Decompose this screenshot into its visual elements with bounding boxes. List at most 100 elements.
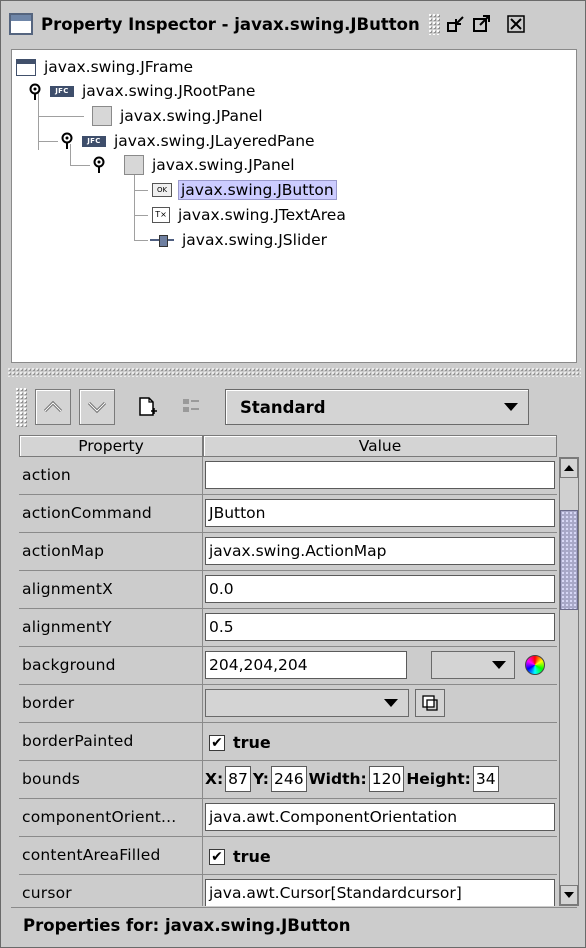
tree-node-label: javax.swing.JSlider <box>182 231 327 249</box>
expand-handle-icon[interactable] <box>92 156 106 174</box>
new-item-icon <box>139 397 157 416</box>
action-map-field[interactable]: javax.swing.ActionMap <box>205 537 555 565</box>
table-row[interactable]: contentAreaFilled ✔ true <box>19 837 557 875</box>
table-row[interactable]: alignmentY 0.5 <box>19 609 557 647</box>
chevron-down-icon <box>492 661 506 669</box>
table-row[interactable]: bounds X: 87 Y: 246 Width: 120 Height: 3… <box>19 761 557 799</box>
color-dropdown[interactable] <box>431 651 515 679</box>
action-field[interactable] <box>205 461 555 489</box>
tree-line <box>38 141 58 142</box>
component-tree[interactable]: javax.swing.JFrame JFC javax.swing.JRoot… <box>11 49 577 363</box>
cursor-field[interactable]: java.awt.Cursor[Standardcursor] <box>205 879 555 906</box>
tree-node-jslider[interactable]: javax.swing.JSlider <box>150 229 329 251</box>
value-cell: java.awt.ComponentOrientation <box>203 799 557 836</box>
tree-node-jtextarea[interactable]: T× javax.swing.JTextArea <box>152 204 348 226</box>
toolbar-grip[interactable] <box>15 387 27 427</box>
minimize-icon[interactable] <box>446 14 466 34</box>
bounds-editor: X: 87 Y: 246 Width: 120 Height: 34 <box>205 766 501 792</box>
bounds-width-field[interactable]: 120 <box>368 766 405 792</box>
value-cell: 0.5 <box>203 609 557 646</box>
column-header-property[interactable]: Property <box>19 435 203 457</box>
table-row[interactable]: background 204,204,204 <box>19 647 557 685</box>
table-scrollbar[interactable] <box>559 457 579 906</box>
column-header-value[interactable]: Value <box>203 435 557 457</box>
tree-node-label: javax.swing.JTextArea <box>178 206 346 224</box>
title-grip[interactable] <box>427 13 440 35</box>
window-title: Property Inspector - javax.swing.JButton <box>41 14 420 34</box>
scroll-down-button[interactable] <box>560 885 578 905</box>
bounds-x-field[interactable]: 87 <box>225 766 251 792</box>
content-area-filled-checkbox[interactable]: ✔ true <box>209 847 271 866</box>
tree-node-jpanel[interactable]: javax.swing.JPanel <box>92 105 265 127</box>
expand-handle-icon[interactable] <box>60 132 74 150</box>
tree-node-label: javax.swing.JPanel <box>120 107 263 125</box>
table-row[interactable]: componentOrient... java.awt.ComponentOri… <box>19 799 557 837</box>
tree-node-jbutton[interactable]: OK javax.swing.JButton <box>152 179 337 201</box>
table-row[interactable]: action <box>19 457 557 495</box>
bounds-height-field[interactable]: 34 <box>472 766 499 792</box>
move-up-icon <box>43 400 63 413</box>
property-table[interactable]: Property Value action actionCommand JBut… <box>19 435 557 906</box>
component-orientation-field[interactable]: java.awt.ComponentOrientation <box>205 803 555 831</box>
bounds-y-label: Y: <box>252 770 269 788</box>
move-up-button[interactable] <box>35 389 71 425</box>
table-row[interactable]: actionCommand JButton <box>19 495 557 533</box>
background-field[interactable]: 204,204,204 <box>205 651 407 679</box>
table-header: Property Value <box>19 435 557 457</box>
button-icon: OK <box>152 183 172 197</box>
checkmark-icon: ✔ <box>209 734 225 751</box>
title-bar[interactable]: Property Inspector - javax.swing.JButton <box>7 7 581 41</box>
alignment-y-field[interactable]: 0.5 <box>205 613 555 641</box>
tree-node-jpanel-inner[interactable]: javax.swing.JPanel <box>124 154 297 176</box>
bounds-y-field[interactable]: 246 <box>270 766 307 792</box>
value-cell: java.awt.Cursor[Standardcursor] <box>203 875 557 906</box>
tree-node-jrootpane[interactable]: JFC javax.swing.JRootPane <box>50 80 257 102</box>
maximize-icon[interactable] <box>472 14 492 34</box>
scroll-thumb[interactable] <box>560 510 578 610</box>
value-cell: 204,204,204 <box>203 647 557 684</box>
table-row[interactable]: border <box>19 685 557 723</box>
bounds-height-label: Height: <box>406 770 471 788</box>
mode-selector[interactable]: Standard <box>225 389 529 425</box>
tree-node-jframe[interactable]: javax.swing.JFrame <box>16 56 195 78</box>
arrow-down-icon <box>564 892 574 898</box>
tree-node-label: javax.swing.JRootPane <box>82 82 256 100</box>
slider-icon <box>150 235 174 247</box>
expand-handle-icon[interactable] <box>28 83 42 101</box>
split-pane-divider[interactable] <box>7 367 581 377</box>
property-inspector-window: Property Inspector - javax.swing.JButton… <box>0 0 586 948</box>
value-cell: ✔ true <box>203 723 557 760</box>
border-dropdown[interactable] <box>205 689 409 717</box>
value-cell <box>203 685 557 722</box>
scroll-up-button[interactable] <box>560 458 578 478</box>
tree-node-label: javax.swing.JFrame <box>44 58 194 76</box>
checkbox-label: true <box>233 847 271 866</box>
table-row[interactable]: alignmentX 0.0 <box>19 571 557 609</box>
tree-line <box>70 165 90 166</box>
value-cell: javax.swing.ActionMap <box>203 533 557 570</box>
border-painted-checkbox[interactable]: ✔ true <box>209 733 271 752</box>
frame-icon <box>16 58 36 76</box>
table-row[interactable]: actionMap javax.swing.ActionMap <box>19 533 557 571</box>
jfc-icon: JFC <box>82 135 106 147</box>
table-row[interactable]: cursor java.awt.Cursor[Standardcursor] <box>19 875 557 906</box>
tree-node-jlayeredpane[interactable]: JFC javax.swing.JLayeredPane <box>82 130 317 152</box>
table-row[interactable]: borderPainted ✔ true <box>19 723 557 761</box>
action-command-field[interactable]: JButton <box>205 499 555 527</box>
status-bar: Properties for: javax.swing.JButton <box>11 907 577 945</box>
property-name: border <box>19 685 203 722</box>
bounds-x-label: X: <box>205 770 224 788</box>
new-item-button[interactable] <box>129 389 165 425</box>
close-icon[interactable] <box>506 14 526 34</box>
value-cell: 0.0 <box>203 571 557 608</box>
move-down-button[interactable] <box>79 389 115 425</box>
tree-line <box>134 240 148 241</box>
list-button[interactable] <box>173 389 209 425</box>
property-name: action <box>19 457 203 494</box>
color-wheel-icon[interactable] <box>525 655 545 675</box>
border-editor-button[interactable] <box>415 689 445 717</box>
chevron-down-icon <box>504 403 518 411</box>
textarea-icon: T× <box>152 207 170 223</box>
alignment-x-field[interactable]: 0.0 <box>205 575 555 603</box>
list-icon <box>183 399 199 412</box>
